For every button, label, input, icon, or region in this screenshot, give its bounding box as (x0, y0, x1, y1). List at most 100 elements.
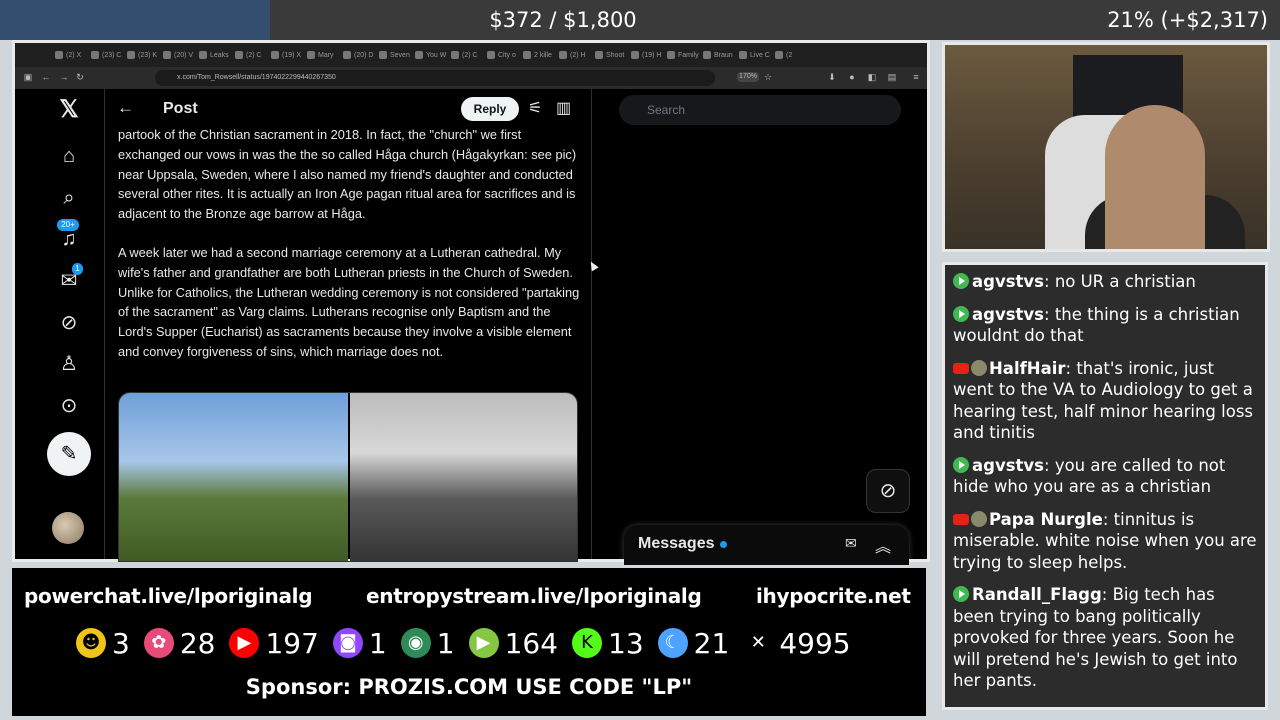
browser-tab[interactable]: Shoot (595, 47, 624, 63)
powerchat-link: powerchat.live/lporiginalg (24, 584, 313, 608)
sliders-filter-icon[interactable]: ⚟ (528, 98, 542, 118)
home-icon[interactable]: ⌂ (55, 142, 83, 170)
browser-tab[interactable]: (19) X (271, 47, 301, 63)
viewer-stat: ▶ 164 (468, 627, 558, 660)
browser-tab[interactable]: (20) D (343, 47, 373, 63)
viewer-stat: ▶ 197 (229, 627, 319, 660)
chat-avatar (971, 510, 987, 527)
forward-icon[interactable]: → (59, 72, 69, 82)
divider (104, 89, 105, 559)
download-icon[interactable]: ⬇ (827, 72, 837, 82)
tab-label: Seven (390, 51, 410, 59)
youtube-icon (953, 362, 969, 374)
viewer-count: 1 (436, 626, 455, 660)
rumble-icon (953, 273, 969, 289)
chat-avatar (971, 359, 987, 376)
chat-message: HalfHair: that's ironic, just went to th… (953, 358, 1257, 444)
back-icon[interactable]: ← (41, 72, 51, 82)
notifications-badge: 20+ (57, 219, 79, 231)
viewer-count: 3 (112, 626, 130, 660)
browser-tab[interactable]: Family (667, 47, 699, 63)
kick-icon: K (572, 628, 603, 658)
browser-tab[interactable]: Live C (739, 47, 770, 63)
viewer-stat: ◉ 1 (400, 626, 455, 660)
tab-favicon-icon (487, 51, 495, 59)
post-photo-color[interactable] (119, 393, 348, 561)
browser-tab[interactable]: Braun (703, 47, 733, 63)
chat-separator: : (1044, 304, 1055, 324)
sponsor-text: Sponsor: PROZIS.COM USE CODE "LP" (245, 675, 693, 699)
post-photo-bw[interactable] (350, 393, 577, 561)
search-input[interactable]: Search (619, 95, 901, 125)
tab-label: Mary (318, 51, 334, 59)
browser-tab[interactable]: (2) H (559, 47, 586, 63)
extension-icon[interactable]: ● (847, 72, 857, 82)
tab-favicon-icon (379, 51, 387, 59)
tab-favicon-icon (451, 51, 459, 59)
bookmark-star-icon[interactable]: ☆ (763, 72, 773, 82)
zoom-level[interactable]: 170% (737, 72, 759, 82)
browser-tab[interactable]: Mary (307, 47, 334, 63)
x-icon: ✕ (750, 632, 766, 653)
chat-username: agvstvs (972, 304, 1044, 324)
browser-tab[interactable]: (23) K (127, 47, 157, 63)
rumble-icon: ▶ (468, 628, 499, 658)
chat-message: agvstvs: you are called to not hide who … (953, 455, 1257, 498)
browser-tab[interactable]: 2 kille (523, 47, 552, 63)
browser-tab[interactable]: City o (487, 47, 516, 63)
menu-icon[interactable]: ≡ (911, 72, 921, 82)
x-app: 𝕏 ⌂ ⌕ ♫ 20+ ✉ 1 ⊘ ♙ ⊙ ✎ ← Post Reply ⚟ ▥… (15, 89, 927, 565)
messages-drawer[interactable]: Messages ✉ ︽ (624, 525, 909, 565)
browser-tab[interactable]: You W (415, 47, 446, 63)
chevron-up-icon[interactable]: ︽ (875, 533, 891, 557)
tab-label: Live C (750, 51, 770, 59)
browser-tab[interactable]: (2) C (235, 47, 262, 63)
rumble-like-icon: ☻ (76, 628, 106, 658)
browser-tab[interactable]: (19) H (631, 47, 661, 63)
tab-label: (2) C (246, 51, 262, 59)
explore-search-icon[interactable]: ⌕ (55, 184, 83, 212)
browser-tab[interactable]: (2) C (451, 47, 478, 63)
twitch-icon: ◙ (332, 628, 363, 658)
post-paragraph: A week later we had a second marriage ce… (118, 244, 580, 359)
extension-icon[interactable]: ▤ (887, 72, 897, 82)
grok-floating-button[interactable]: ⊘ (866, 469, 910, 513)
browser-tab[interactable]: (20) V (163, 47, 193, 63)
tab-favicon-icon (307, 51, 315, 59)
grok-icon[interactable]: ⊘ (55, 309, 83, 337)
browser-tab[interactable]: (2) X (55, 47, 81, 63)
back-arrow-icon[interactable]: ← (117, 98, 134, 118)
new-message-icon[interactable]: ✉ (845, 535, 857, 552)
tab-favicon-icon (91, 51, 99, 59)
extensions-menu-icon[interactable]: ◧ (867, 72, 877, 82)
post-paragraph: partook of the Christian sacrament in 20… (118, 127, 577, 222)
tab-favicon-icon (523, 51, 531, 59)
reader-mode-icon[interactable]: ▥ (556, 98, 571, 118)
reply-button[interactable]: Reply (461, 97, 519, 121)
compose-post-button[interactable]: ✎ (47, 432, 91, 476)
sidebar-toggle-icon[interactable]: ▣ (23, 72, 33, 82)
reload-icon[interactable]: ↻ (75, 72, 85, 82)
goal-percent-text: 21% (+$2,317) (1107, 8, 1268, 32)
chat-message: agvstvs: no UR a christian (953, 271, 1257, 293)
browser-tab[interactable]: (2 (775, 47, 792, 63)
chat-username: agvstvs (972, 455, 1044, 475)
viewer-stats: ☻ 3 ✿ 28 ▶ 197 ◙ 1 ◉ 1 ▶ 164 K 13 ☾ 21 ✕ 4995 (76, 626, 851, 660)
x-logo-icon[interactable]: 𝕏 (55, 96, 83, 124)
viewer-stat: ☾ 21 (657, 627, 729, 660)
more-icon[interactable]: ⊙ (55, 392, 83, 420)
browser-tab[interactable]: Seven (379, 47, 410, 63)
browser-window: (2) X (23) C (23) K (20) V Leaks (2) C (19) X M… (12, 40, 930, 565)
browser-tab[interactable]: (23) C (91, 47, 121, 63)
tab-favicon-icon (667, 51, 675, 59)
mouse-cursor (587, 259, 599, 272)
tab-label: (2) X (66, 51, 82, 59)
profile-person-icon[interactable]: ♙ (55, 350, 83, 378)
rumble-icon (953, 456, 969, 473)
browser-tab[interactable]: Leaks (199, 47, 229, 63)
chat-separator: : (1044, 455, 1055, 475)
tab-favicon-icon (595, 51, 603, 59)
address-bar[interactable]: x.com/Tom_Rowsell/status/197402229944026… (155, 70, 715, 86)
account-avatar[interactable] (52, 512, 84, 544)
chat-text: no UR a christian (1054, 272, 1196, 291)
